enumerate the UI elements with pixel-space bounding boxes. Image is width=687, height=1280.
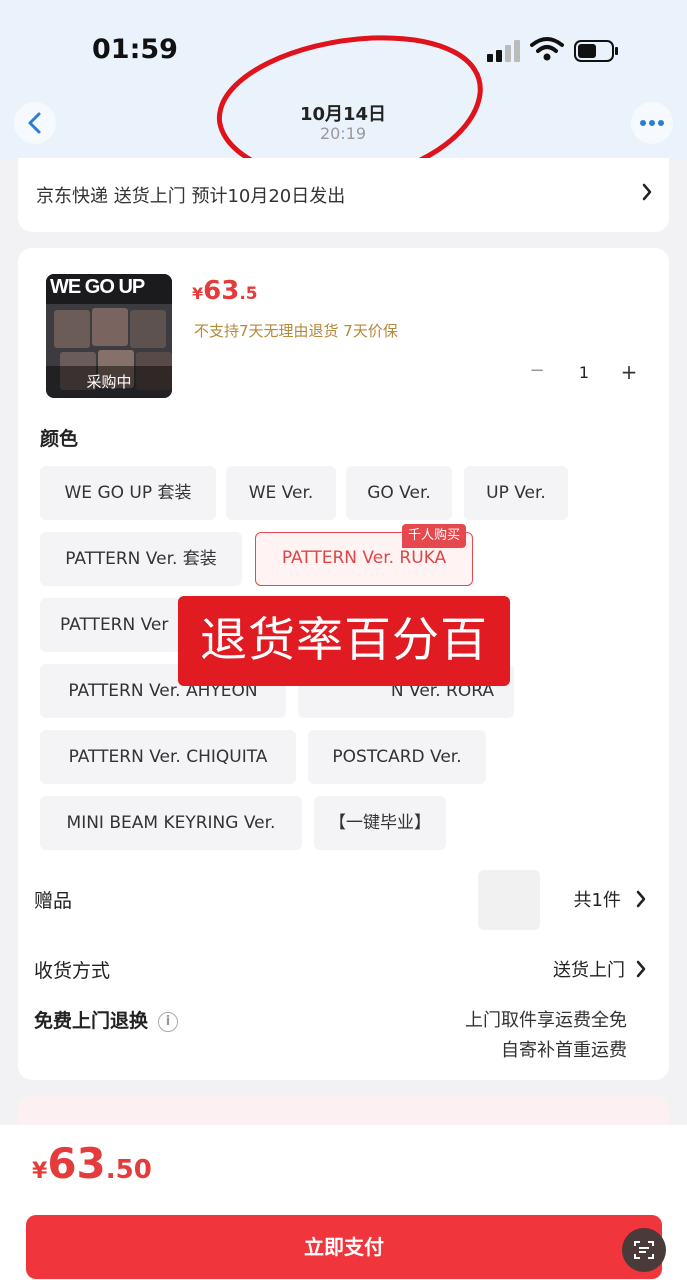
status-time: 01:59 bbox=[92, 34, 178, 65]
gift-row[interactable]: 赠品 bbox=[34, 886, 654, 913]
gift-value-group[interactable]: 共1件 bbox=[574, 886, 651, 912]
option-mini-beam-keyring[interactable]: MINI BEAM KEYRING Ver. bbox=[40, 796, 302, 850]
gift-label: 赠品 bbox=[34, 890, 73, 912]
option-we-ver[interactable]: WE Ver. bbox=[226, 466, 336, 520]
product-card: WE GO UP 采购中 ¥63.5 不支持7天无理由退货 7天价保 − 1 +… bbox=[18, 248, 669, 1080]
nav-time: 20:19 bbox=[319, 124, 367, 143]
pay-now-button[interactable]: 立即支付 bbox=[26, 1215, 662, 1279]
chevron-right-icon bbox=[636, 960, 646, 978]
free-return-label: 免费上门退换 bbox=[34, 1010, 149, 1032]
delivery-value: 送货上门 bbox=[553, 960, 625, 981]
quantity-value[interactable]: 1 bbox=[564, 363, 604, 382]
nav-date: 10月14日 bbox=[299, 104, 387, 125]
option-one-click-all[interactable]: 【一键毕业】 bbox=[314, 796, 446, 850]
option-we-go-up-set[interactable]: WE GO UP 套装 bbox=[40, 466, 216, 520]
return-policy-text: 不支持7天无理由退货 7天价保 bbox=[194, 322, 398, 340]
wifi-icon bbox=[530, 37, 564, 61]
quantity-stepper: − 1 + bbox=[524, 360, 654, 390]
overlay-caption: 退货率百分百 bbox=[178, 596, 510, 686]
more-dots-icon bbox=[640, 120, 664, 126]
product-price: ¥63.5 bbox=[192, 276, 258, 306]
chevron-right-icon bbox=[636, 890, 646, 908]
return-line-1: 上门取件享运费全免 bbox=[465, 1010, 627, 1031]
product-image-tag: 采购中 bbox=[46, 366, 172, 398]
scan-icon bbox=[634, 1241, 654, 1259]
shipping-card[interactable]: 京东快递 送货上门 预计10月20日发出 bbox=[18, 158, 669, 232]
more-button[interactable] bbox=[631, 102, 673, 144]
delivery-label: 收货方式 bbox=[34, 960, 111, 982]
return-details: 上门取件享运费全免 自寄补首重运费 bbox=[465, 1006, 627, 1066]
back-button[interactable] bbox=[14, 102, 56, 144]
scan-button[interactable] bbox=[622, 1228, 666, 1272]
popular-badge: 千人购买 bbox=[402, 524, 467, 548]
option-up-ver[interactable]: UP Ver. bbox=[464, 466, 568, 520]
gift-image[interactable] bbox=[478, 870, 540, 930]
shipping-text: 京东快递 送货上门 预计10月20日发出 bbox=[36, 186, 346, 207]
product-image-brand: WE GO UP bbox=[50, 276, 145, 298]
product-image[interactable]: WE GO UP 采购中 bbox=[46, 274, 172, 398]
signal-icon bbox=[487, 40, 523, 62]
option-pattern-chiquita[interactable]: PATTERN Ver. CHIQUITA bbox=[40, 730, 296, 784]
gift-count: 共1件 bbox=[573, 890, 621, 911]
option-pattern-set[interactable]: PATTERN Ver. 套装 bbox=[40, 532, 242, 586]
bottom-bar: ¥63.50 立即支付 bbox=[0, 1125, 687, 1280]
return-line-2: 自寄补首重运费 bbox=[501, 1040, 627, 1061]
chevron-left-icon bbox=[28, 112, 41, 134]
decrease-button[interactable]: − bbox=[524, 360, 550, 381]
delivery-value-group[interactable]: 送货上门 bbox=[553, 956, 651, 982]
battery-icon bbox=[574, 40, 618, 62]
status-bar: 01:59 bbox=[0, 0, 687, 100]
option-go-ver[interactable]: GO Ver. bbox=[346, 466, 452, 520]
option-postcard-ver[interactable]: POSTCARD Ver. bbox=[308, 730, 486, 784]
color-label: 颜色 bbox=[40, 428, 79, 450]
chevron-right-icon bbox=[642, 183, 652, 201]
info-icon[interactable]: i bbox=[158, 1011, 179, 1032]
total-price: ¥63.50 bbox=[32, 1139, 152, 1188]
increase-button[interactable]: + bbox=[616, 360, 642, 384]
